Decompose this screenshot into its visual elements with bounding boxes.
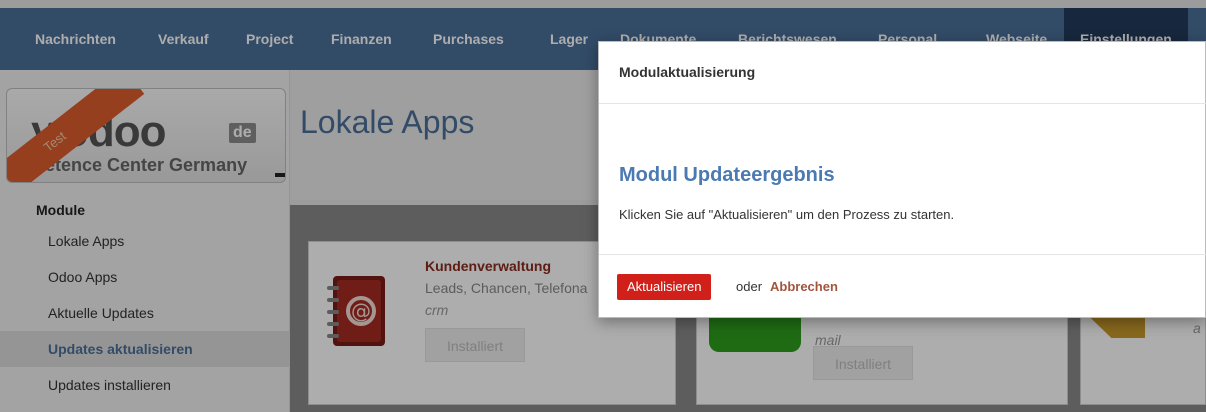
dialog-title: Modulaktualisierung bbox=[619, 64, 756, 80]
dialog-header: Modulaktualisierung bbox=[599, 42, 1206, 104]
app-window: Nachrichten Verkauf Project Finanzen Pur… bbox=[0, 0, 1206, 412]
dialog-heading: Modul Updateergebnis bbox=[619, 164, 835, 186]
cancel-link[interactable]: Abbrechen bbox=[770, 279, 838, 294]
dialog-message: Klicken Sie auf "Aktualisieren" um den P… bbox=[619, 207, 955, 222]
or-label: oder bbox=[736, 279, 763, 294]
update-button[interactable]: Aktualisieren bbox=[617, 274, 712, 300]
module-update-dialog: Modulaktualisierung Modul Updateergebnis… bbox=[598, 41, 1206, 318]
